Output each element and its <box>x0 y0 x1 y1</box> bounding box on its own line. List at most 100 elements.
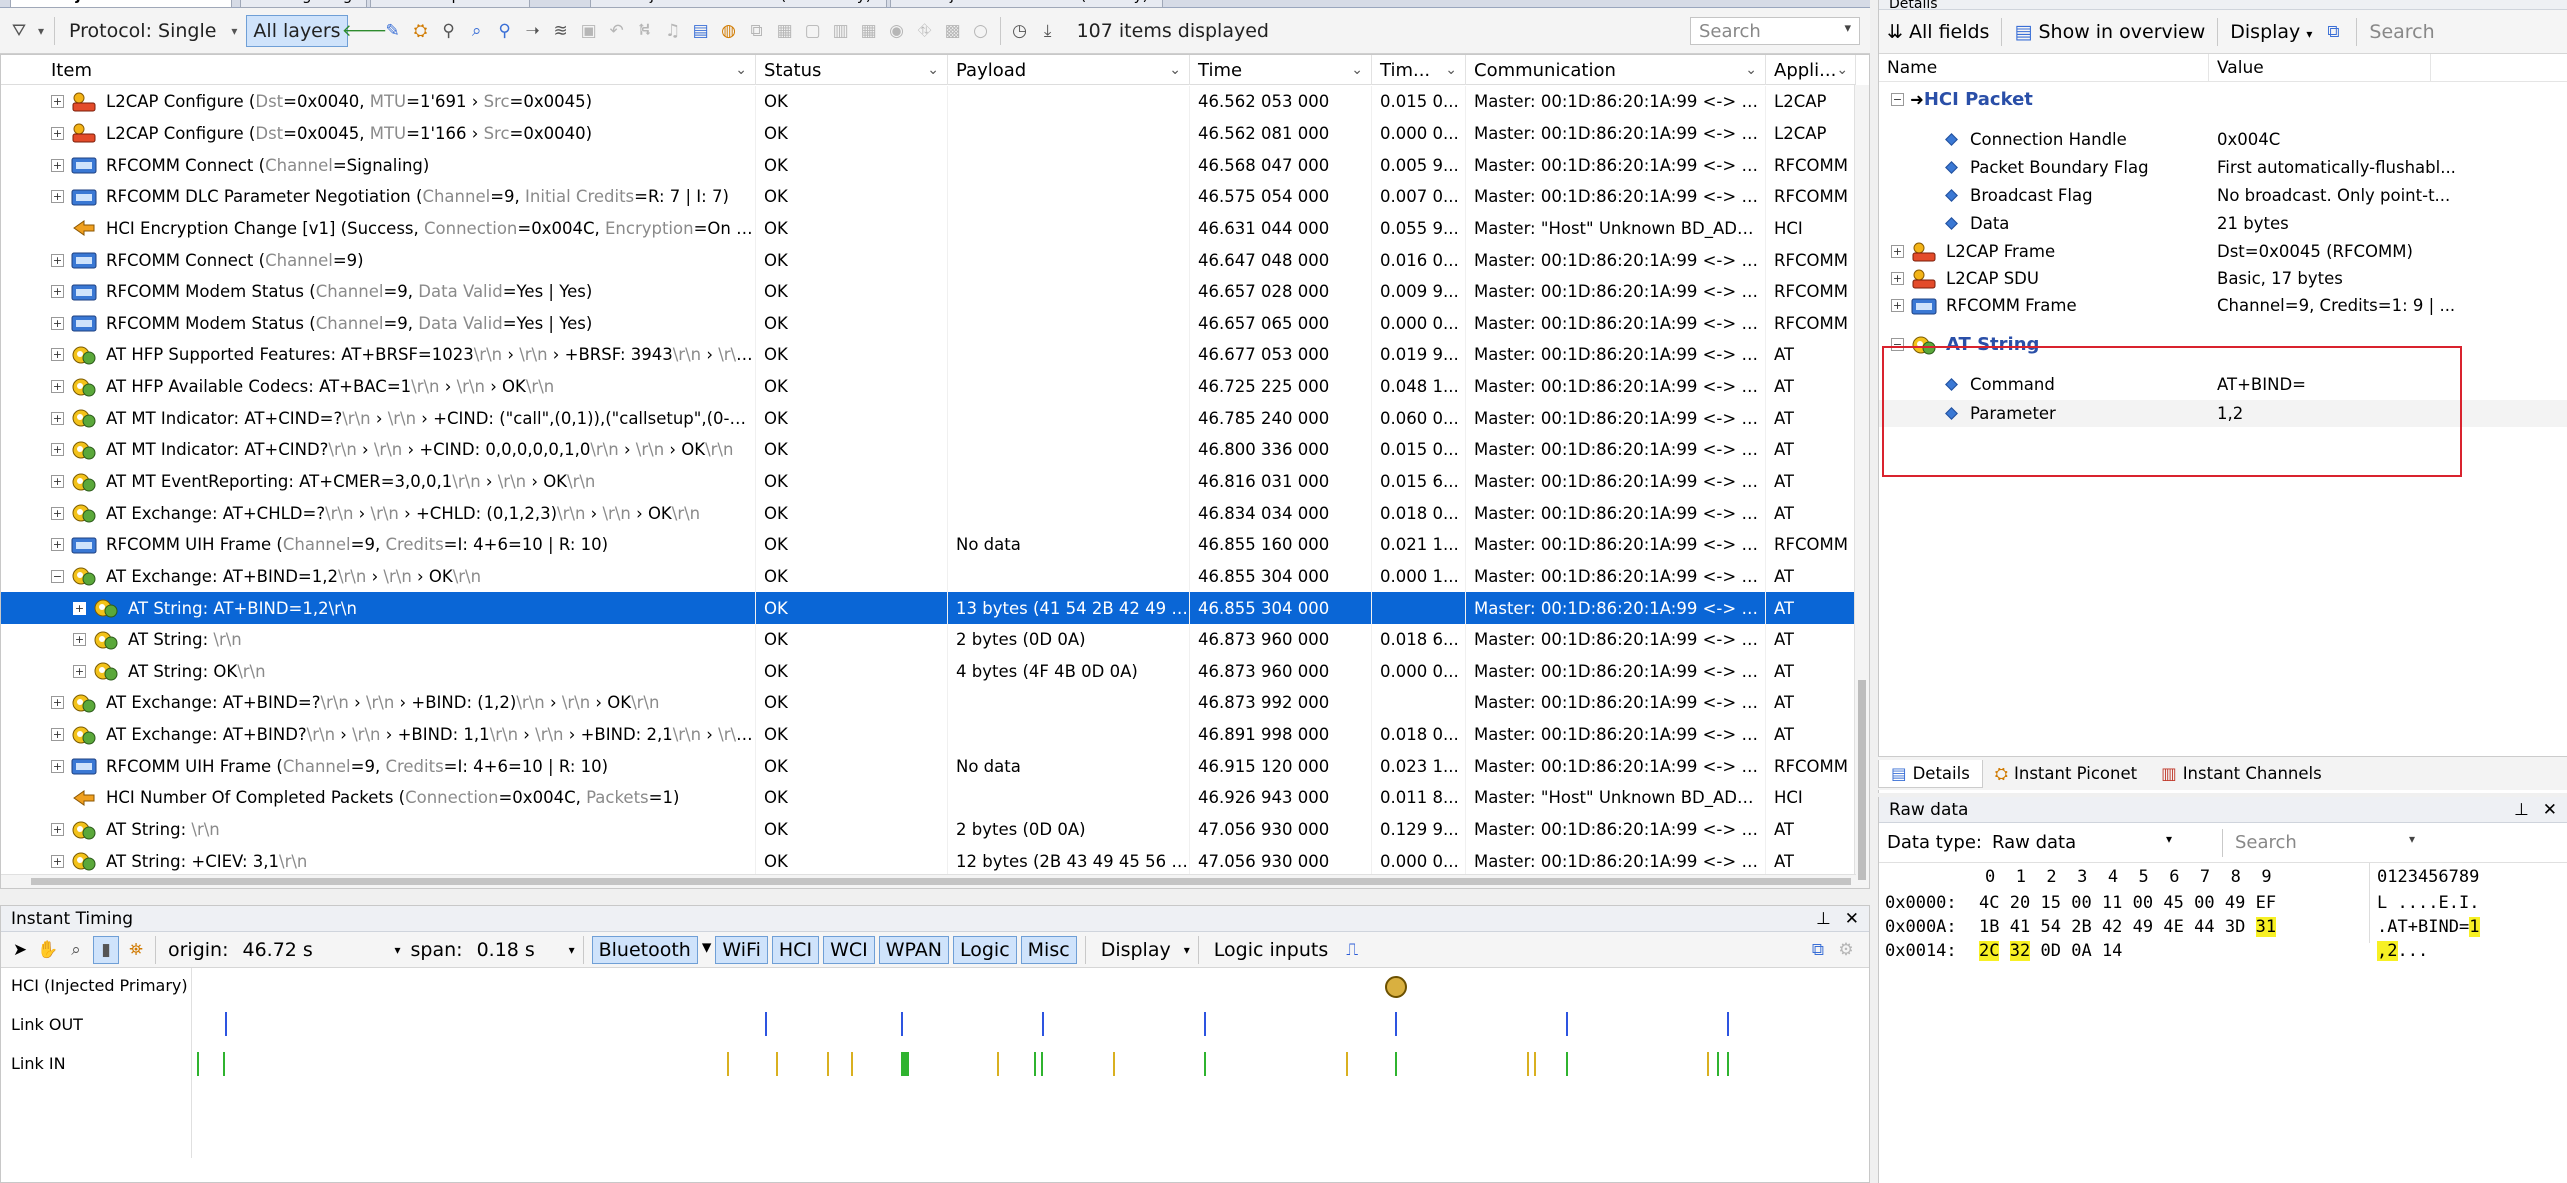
tab-2[interactable]: Instant Spectrum <box>370 0 530 8</box>
display-menu[interactable]: Display ▾ <box>2230 21 2312 43</box>
close-icon[interactable]: ✕ <box>2543 800 2557 820</box>
view-icon[interactable]: ▮ <box>93 935 119 964</box>
table-row[interactable]: + RFCOMM Modem Status (Channel=9, Data Va… <box>1 275 1856 308</box>
find-icon[interactable]: ⌕ <box>466 20 488 42</box>
table-row[interactable]: + AT Exchange: AT+CHLD=?\r\n › \r\n › +CH… <box>1 497 1856 529</box>
expand-icon[interactable]: + <box>51 443 64 457</box>
expand-icon[interactable]: + <box>73 601 86 615</box>
expand-icon[interactable]: + <box>51 95 64 109</box>
table-row[interactable]: + AT HFP Supported Features: AT+BRSF=1023… <box>1 339 1856 371</box>
bluetooth-dropdown-icon[interactable]: ▾ <box>702 936 712 964</box>
chevron-down-icon[interactable]: ⌄ <box>1445 62 1457 78</box>
export-icon[interactable]: ⧉ <box>1807 939 1829 961</box>
table-row[interactable]: + RFCOMM UIH Frame (Channel=9, Credits=I:… <box>1 750 1856 783</box>
table-row[interactable]: + AT String: \r\n OK 2 bytes (0D 0A) 46.873 … <box>1 623 1856 656</box>
close-icon[interactable]: ✕ <box>1845 909 1859 929</box>
table-row[interactable]: − AT Exchange: AT+BIND=1,2\r\n › \r\n › O… <box>1 560 1856 593</box>
tool2-icon[interactable]: ▢ <box>802 20 824 42</box>
expand-icon[interactable]: + <box>51 190 64 204</box>
chevron-down-icon[interactable]: ⌄ <box>927 62 939 78</box>
undo-icon[interactable]: ↶ <box>606 20 628 42</box>
horizontal-scrollbar[interactable] <box>1 874 1856 888</box>
protocol-dropdown-icon[interactable]: ▾ <box>228 20 240 42</box>
export-icon[interactable]: ⧉ <box>2322 21 2344 43</box>
expand-icon[interactable]: + <box>51 696 64 710</box>
table-row[interactable]: + RFCOMM UIH Frame (Channel=9, Credits=I:… <box>1 528 1856 561</box>
jump-icon[interactable]: ➝ <box>522 20 544 42</box>
table-row[interactable]: + RFCOMM DLC Parameter Negotiation (Chann… <box>1 180 1856 213</box>
expand-icon[interactable]: + <box>73 633 86 647</box>
expand-icon[interactable]: + <box>51 475 64 488</box>
tool3-icon[interactable]: ▥ <box>830 20 852 42</box>
pin-icon[interactable]: ⊥ <box>2514 800 2529 820</box>
table-row[interactable]: + AT String: +CIEV: 3,1\r\n OK 12 bytes (2B… <box>1 845 1856 878</box>
filter-button-logic[interactable]: Logic <box>952 935 1017 964</box>
data-type-select[interactable]: Raw data ▾ <box>1992 832 2172 853</box>
pin-icon[interactable]: ⊥ <box>1816 909 1831 929</box>
logic-wave-icon[interactable]: ⎍ <box>1341 939 1363 961</box>
section-hci-packet[interactable]: − ➜ HCI Packet <box>1879 86 2567 113</box>
expand-icon[interactable]: + <box>73 664 86 678</box>
expand-icon[interactable]: + <box>1891 272 1904 285</box>
expand-icon[interactable]: + <box>51 506 64 520</box>
table-row[interactable]: + L2CAP Configure (Dst=0x0040, MTU=1'691 … <box>1 86 1856 118</box>
tab-3[interactable]: HCI Injection Overview (Secondary) <box>590 0 887 8</box>
tab-instant-channels[interactable]: ▥ Instant Channels <box>2149 760 2334 787</box>
filter-icon[interactable]: ⛛ <box>8 20 30 42</box>
pointer-icon[interactable]: ➤ <box>9 939 31 961</box>
zoom-icon[interactable]: ⌕ <box>65 939 87 961</box>
settings-icon[interactable]: ⚙ <box>1835 939 1857 961</box>
col-item[interactable]: Item ⌄ <box>1 55 756 85</box>
col-status[interactable]: Status ⌄ <box>756 55 948 85</box>
tool4-icon[interactable]: ▦ <box>858 20 880 42</box>
packet-icon[interactable]: ▤ <box>690 20 712 42</box>
music-icon[interactable]: ♫ <box>662 20 684 42</box>
table-row[interactable]: + RFCOMM Connect (Channel=9) OK 46.647 048 … <box>1 244 1856 276</box>
detail-row[interactable]: Connection Handle 0x004C <box>1879 126 2567 153</box>
span-value[interactable]: 0.18 s <box>473 936 563 964</box>
table-row[interactable]: HCI Number Of Completed Packets (Connect… <box>1 782 1856 814</box>
tab-details[interactable]: ▤ Details <box>1878 759 1983 788</box>
col-time[interactable]: Time ⌄ <box>1190 55 1372 85</box>
hex-view[interactable]: 0 1 2 3 4 5 6 7 8 9 0123456789 0x0000: 4C 2… <box>1879 863 2567 963</box>
col-delta[interactable]: Tim... ⌄ <box>1372 55 1466 85</box>
chevron-down-icon[interactable]: ⌄ <box>1351 62 1363 78</box>
search-input[interactable]: Search ▾ <box>1690 17 1860 45</box>
detail-row[interactable]: Data 21 bytes <box>1879 210 2567 237</box>
save-icon[interactable]: ▣ <box>578 20 600 42</box>
expand-icon[interactable]: + <box>51 728 64 742</box>
expand-icon[interactable]: + <box>51 759 64 773</box>
globe-icon[interactable]: ◉ <box>886 20 908 42</box>
pencil-icon[interactable]: ✎ <box>382 20 404 42</box>
table-row[interactable]: + AT Exchange: AT+BIND=?\r\n › \r\n › +BI… <box>1 687 1856 719</box>
col-payload[interactable]: Payload ⌄ <box>948 55 1190 85</box>
table-row[interactable]: + AT MT EventReporting: AT+CMER=3,0,0,1\r… <box>1 465 1856 498</box>
expand-icon[interactable]: + <box>51 126 64 140</box>
detail-row[interactable]: Packet Boundary Flag First automatically-… <box>1879 154 2567 181</box>
vertical-scrollbar[interactable] <box>1854 85 1869 888</box>
scroll-thumb[interactable] <box>1858 680 1866 880</box>
expand-icon[interactable]: + <box>51 285 64 299</box>
expand-icon[interactable]: + <box>51 538 64 552</box>
tab-instant-piconet[interactable]: ⛭ Instant Piconet <box>1983 760 2149 788</box>
tool1-icon[interactable]: ▦ <box>774 20 796 42</box>
detail-row[interactable]: + L2CAP Frame Dst=0x0045 (RFCOMM) <box>1879 238 2567 265</box>
filter-button-misc[interactable]: Misc <box>1020 935 1077 964</box>
expand-icon[interactable]: + <box>51 823 64 837</box>
table-row[interactable]: + AT Exchange: AT+BIND?\r\n › \r\n › +BIN… <box>1 718 1856 751</box>
chevron-down-icon[interactable]: ⌄ <box>1169 62 1181 78</box>
table-row[interactable]: + AT HFP Available Codecs: AT+BAC=1\r\n ›… <box>1 370 1856 403</box>
filter-button-hci[interactable]: HCI <box>771 935 820 964</box>
table-row[interactable]: + RFCOMM Modem Status (Channel=9, Data Va… <box>1 307 1856 340</box>
filter-button-wci[interactable]: WCI <box>823 935 875 964</box>
network-icon[interactable]: ⛗ <box>914 20 936 42</box>
expand-icon[interactable]: + <box>51 380 64 394</box>
expand-icon[interactable]: + <box>51 316 64 330</box>
origin-dropdown-icon[interactable]: ▾ <box>395 943 401 957</box>
expand-icon[interactable]: + <box>1891 245 1904 258</box>
wave-icon[interactable]: ≋ <box>550 20 572 42</box>
magnify-icon[interactable]: ⚲ <box>494 20 516 42</box>
layers-icon[interactable]: ◍ <box>718 20 740 42</box>
col-application[interactable]: Appli... ⌄ <box>1766 55 1856 85</box>
hand-icon[interactable]: ✋ <box>37 939 59 961</box>
